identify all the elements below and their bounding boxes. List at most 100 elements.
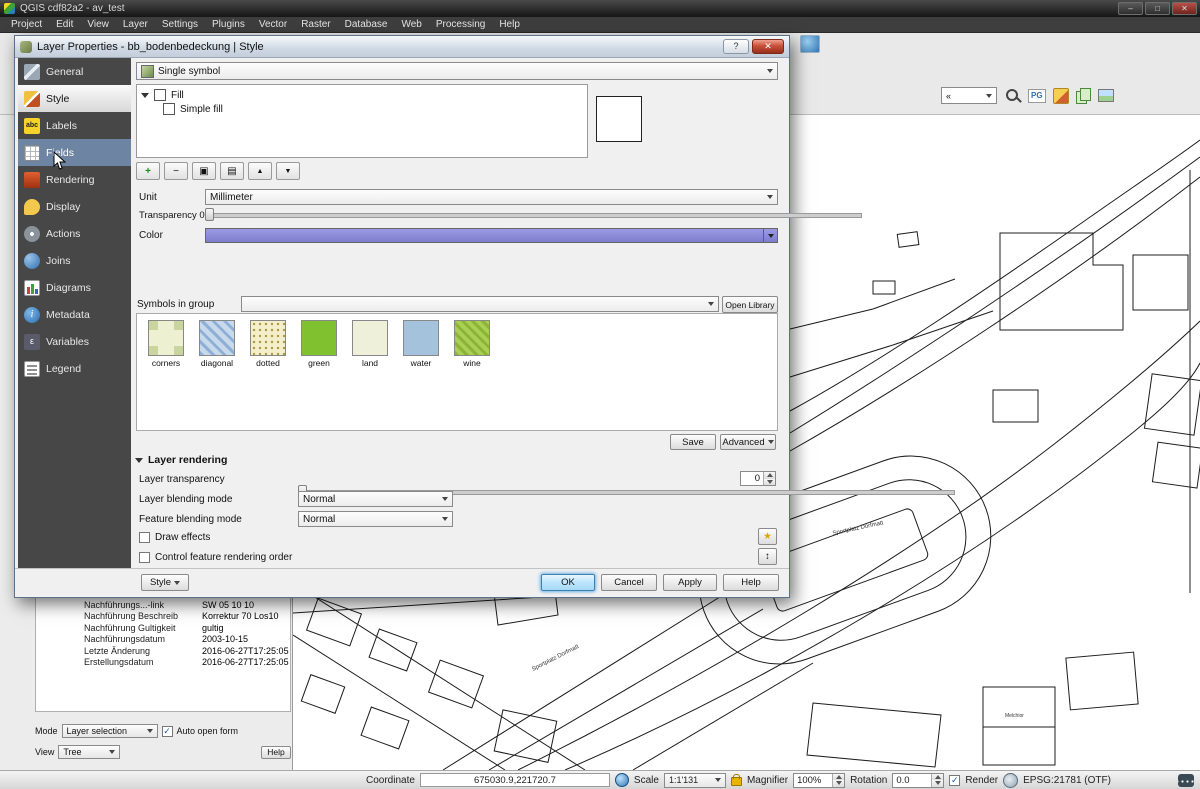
extent-icon[interactable] <box>615 773 629 787</box>
new-layer-icon[interactable] <box>1076 88 1091 103</box>
sidebar-item-metadata[interactable]: iMetadata <box>18 301 131 328</box>
move-down-button[interactable]: ▼ <box>276 162 300 180</box>
renderer-combo[interactable]: Single symbol <box>136 62 778 80</box>
table-row[interactable]: Letzte Änderung 2016-06-27T17:25:05 <box>36 645 290 657</box>
add-raster-layer-icon[interactable] <box>1098 89 1114 102</box>
tree-item-simple-fill[interactable]: Simple fill <box>141 102 583 116</box>
sidebar-item-display[interactable]: Display <box>18 193 131 220</box>
identify-help-button[interactable]: Help <box>261 746 291 759</box>
draw-effects-checkbox[interactable] <box>139 532 150 543</box>
magnifier-spinner[interactable]: 100% <box>793 773 845 788</box>
symbols-group-combo[interactable] <box>241 296 719 312</box>
remove-symbol-layer-button[interactable]: − <box>164 162 188 180</box>
sidebar-item-fields[interactable]: Fields <box>18 139 131 166</box>
mode-combo[interactable]: Layer selection <box>62 724 158 738</box>
sym​bol-swatch-green[interactable]: green <box>298 320 340 368</box>
messages-icon[interactable] <box>1178 774 1194 787</box>
menu-vector[interactable]: Vector <box>252 19 294 30</box>
sidebar-item-labels[interactable]: abcLabels <box>18 112 131 139</box>
control-rendering-order-checkbox[interactable] <box>139 552 150 563</box>
effects-customize-button[interactable]: ★ <box>758 528 777 545</box>
rendering-order-button[interactable]: ↕ <box>758 548 777 565</box>
lock-icon[interactable] <box>731 777 742 786</box>
save-symbol-button[interactable]: Save <box>670 434 716 450</box>
tree-expander-icon[interactable] <box>141 93 149 98</box>
auto-open-form-checkbox[interactable]: ✓ <box>162 726 173 737</box>
slider-handle[interactable] <box>205 208 214 221</box>
symbol-swatch-water[interactable]: water <box>400 320 442 368</box>
dialog-titlebar[interactable]: Layer Properties - bb_bodenbedeckung | S… <box>15 36 789 58</box>
tree-item-fill[interactable]: Fill <box>141 88 583 102</box>
menu-web[interactable]: Web <box>394 19 428 30</box>
spin-down-icon[interactable] <box>767 480 773 484</box>
ok-button[interactable]: OK <box>541 574 595 591</box>
style-menu-button[interactable]: Style <box>141 574 189 591</box>
lock-symbol-layer-button[interactable]: ▤ <box>220 162 244 180</box>
menu-raster[interactable]: Raster <box>294 19 337 30</box>
menu-database[interactable]: Database <box>338 19 395 30</box>
menu-plugins[interactable]: Plugins <box>205 19 252 30</box>
maximize-button[interactable]: □ <box>1145 2 1170 15</box>
open-library-button[interactable]: Open Library <box>722 296 778 313</box>
symbol-swatch-dotted[interactable]: dotted <box>247 320 289 368</box>
sidebar-item-diagrams[interactable]: Diagrams <box>18 274 131 301</box>
symbol-layer-tree[interactable]: Fill Simple fill <box>136 84 588 158</box>
spin-up-icon[interactable] <box>836 775 842 779</box>
move-up-button[interactable]: ▲ <box>248 162 272 180</box>
table-row[interactable]: Nachführungs...-link SW 05 10 10 <box>36 599 290 611</box>
layer-blending-combo[interactable]: Normal <box>298 491 453 507</box>
symbol-swatch-land[interactable]: land <box>349 320 391 368</box>
spin-up-icon[interactable] <box>767 473 773 477</box>
table-row[interactable]: Erstellungsdatum 2016-06-27T17:25:05 <box>36 657 290 669</box>
dialog-help-button[interactable]: ? <box>723 39 749 54</box>
scale-combo[interactable]: 1:1'131 <box>664 773 726 788</box>
menu-layer[interactable]: Layer <box>116 19 155 30</box>
close-button[interactable]: ✕ <box>1172 2 1197 15</box>
sidebar-item-style[interactable]: Style <box>18 85 131 112</box>
layer-rendering-header[interactable]: Layer rendering <box>135 454 227 466</box>
menu-edit[interactable]: Edit <box>49 19 80 30</box>
spin-down-icon[interactable] <box>836 781 842 785</box>
menu-processing[interactable]: Processing <box>429 19 492 30</box>
table-row[interactable]: Nachführungsdatum 2003-10-15 <box>36 634 290 646</box>
help-button[interactable]: Help <box>723 574 779 591</box>
advanced-button[interactable]: Advanced <box>720 434 776 450</box>
sidebar-item-variables[interactable]: εVariables <box>18 328 131 355</box>
symbol-swatch-corners[interactable]: corners <box>145 320 187 368</box>
crs-label[interactable]: EPSG:21781 (OTF) <box>1023 775 1111 786</box>
menu-help[interactable]: Help <box>492 19 527 30</box>
transparency-slider[interactable] <box>205 208 862 221</box>
render-checkbox[interactable]: ✓ <box>949 775 960 786</box>
menu-settings[interactable]: Settings <box>155 19 205 30</box>
layer-transparency-spinbox[interactable]: 0 <box>740 471 776 486</box>
symbol-swatch-diagonal[interactable]: diagonal <box>196 320 238 368</box>
crs-icon[interactable] <box>1003 773 1018 788</box>
color-button[interactable] <box>205 228 778 243</box>
add-postgis-layer-icon[interactable]: PG <box>1028 89 1046 103</box>
add-symbol-layer-button[interactable]: + <box>136 162 160 180</box>
table-row[interactable]: Nachführung Beschreib Korrektur 70 Los10 <box>36 611 290 623</box>
minimize-button[interactable]: – <box>1118 2 1143 15</box>
color-dropdown[interactable] <box>763 229 777 242</box>
feature-blending-combo[interactable]: Normal <box>298 511 453 527</box>
zoom-tool-icon[interactable] <box>1004 87 1021 104</box>
view-combo[interactable]: Tree <box>58 745 120 759</box>
menu-project[interactable]: Project <box>4 19 49 30</box>
rotation-spinner[interactable]: 0.0 <box>892 773 944 788</box>
sidebar-item-legend[interactable]: Legend <box>18 355 131 382</box>
sidebar-item-rendering[interactable]: Rendering <box>18 166 131 193</box>
toolbar-collapse-combo[interactable]: « <box>941 87 997 104</box>
sidebar-item-joins[interactable]: Joins <box>18 247 131 274</box>
menu-view[interactable]: View <box>80 19 116 30</box>
sidebar-item-general[interactable]: General <box>18 58 131 85</box>
spin-up-icon[interactable] <box>935 775 941 779</box>
add-layer-icon[interactable] <box>1053 88 1069 104</box>
dialog-close-button[interactable]: ✕ <box>752 39 784 54</box>
identify-tool-icon[interactable] <box>800 35 820 53</box>
symbol-swatch-wine[interactable]: wine <box>451 320 493 368</box>
coordinate-input[interactable]: 675030.9,221720.7 <box>420 773 610 787</box>
table-row[interactable]: Nachführung Gultigkeit gultig <box>36 622 290 634</box>
cancel-button[interactable]: Cancel <box>601 574 657 591</box>
apply-button[interactable]: Apply <box>663 574 717 591</box>
sidebar-item-actions[interactable]: Actions <box>18 220 131 247</box>
